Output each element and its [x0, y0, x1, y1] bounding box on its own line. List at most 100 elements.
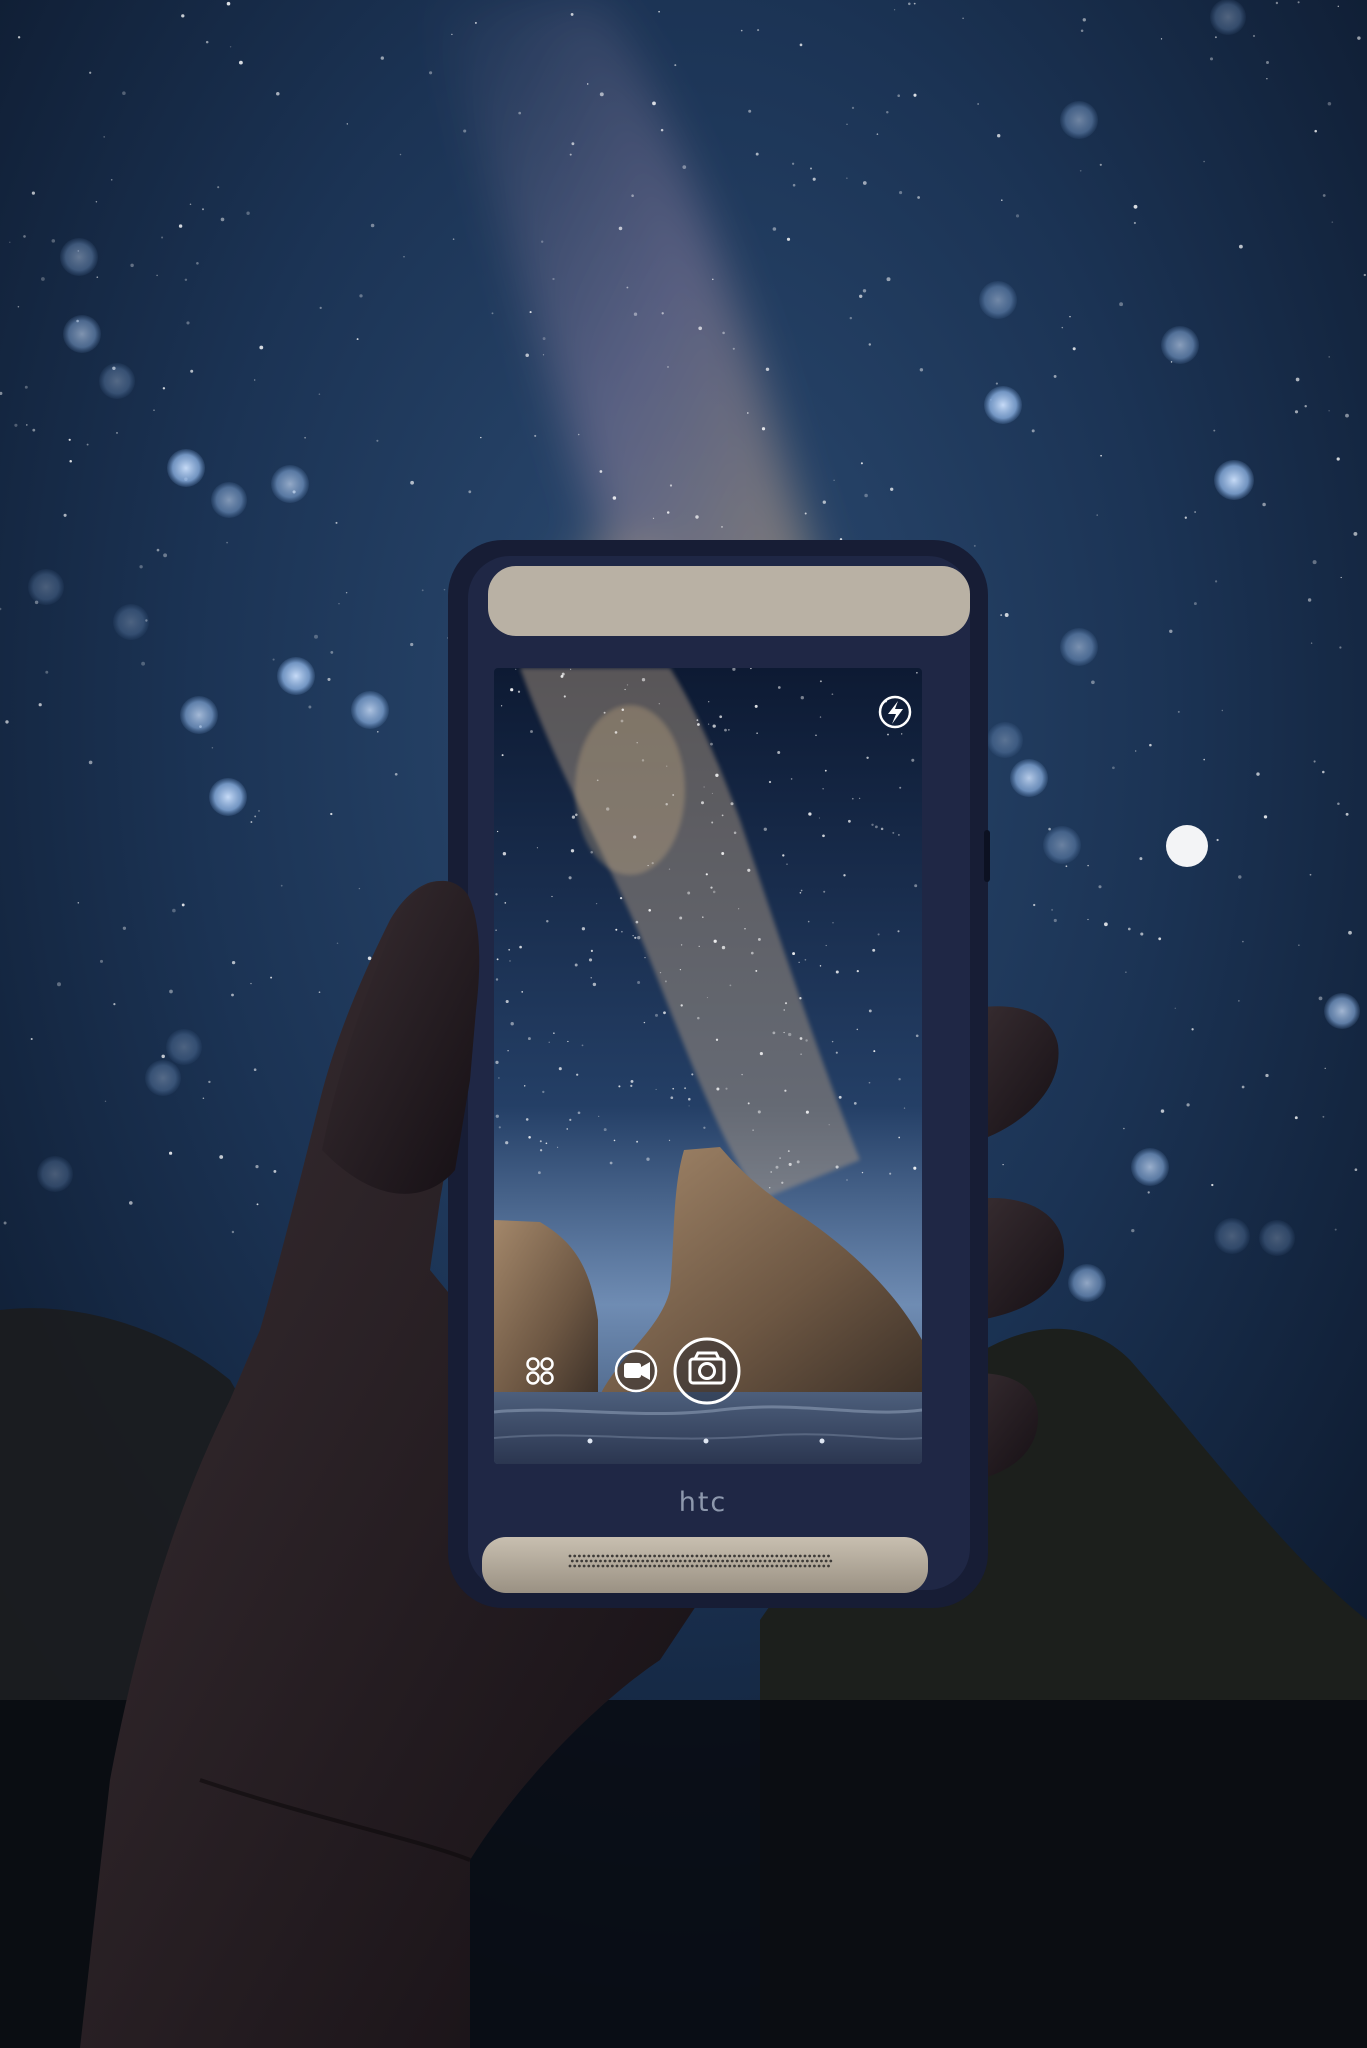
star — [1298, 944, 1300, 946]
star — [403, 256, 405, 258]
star — [581, 927, 586, 931]
star — [495, 1114, 499, 1118]
star — [800, 889, 803, 892]
star — [666, 765, 668, 767]
star — [1002, 1163, 1004, 1166]
star — [68, 438, 71, 441]
star — [507, 1049, 509, 1052]
star — [754, 704, 758, 708]
star — [1135, 750, 1137, 752]
speaker-hole — [817, 1564, 821, 1568]
star — [769, 1187, 771, 1189]
star — [205, 40, 209, 44]
star — [824, 769, 827, 772]
star — [908, 2, 911, 6]
speaker-hole — [573, 1554, 577, 1558]
star — [1082, 18, 1086, 22]
star — [99, 959, 104, 963]
star — [1252, 34, 1256, 38]
star — [530, 730, 533, 733]
star — [463, 129, 467, 133]
star — [410, 642, 414, 647]
speaker-hole — [585, 1559, 588, 1563]
star — [539, 1140, 542, 1143]
star — [620, 719, 624, 723]
star — [1174, 1007, 1177, 1010]
speaker-hole — [592, 1564, 595, 1568]
star — [822, 834, 825, 838]
star — [1336, 457, 1340, 461]
star — [832, 922, 834, 924]
star — [913, 93, 917, 97]
star — [552, 277, 555, 281]
shutter-button[interactable] — [673, 1337, 741, 1405]
star — [1098, 885, 1102, 889]
star — [636, 1140, 639, 1143]
star — [1203, 160, 1205, 163]
star — [835, 970, 839, 974]
star — [1327, 101, 1332, 106]
star — [868, 1081, 871, 1084]
star — [358, 887, 361, 890]
star — [777, 751, 781, 754]
star — [730, 802, 734, 806]
star — [509, 960, 511, 962]
speaker-hole — [815, 1559, 819, 1563]
star — [680, 944, 683, 946]
speaker-hole — [625, 1554, 628, 1558]
star — [45, 670, 49, 674]
star — [849, 316, 853, 320]
star — [1263, 815, 1268, 819]
star — [697, 1016, 700, 1020]
star — [728, 729, 730, 731]
speaker-hole — [582, 1564, 586, 1568]
star — [800, 696, 804, 700]
star — [219, 1155, 224, 1159]
star — [598, 1115, 600, 1118]
star — [178, 224, 183, 228]
star — [1353, 531, 1358, 536]
star — [161, 1054, 165, 1059]
star — [889, 1172, 892, 1175]
star — [211, 747, 214, 749]
speaker-hole — [719, 1564, 722, 1568]
speaker-hole — [723, 1554, 727, 1558]
star — [480, 436, 482, 439]
star — [1241, 1085, 1245, 1089]
star — [410, 480, 414, 485]
speaker-hole — [679, 1559, 682, 1563]
star — [784, 1089, 787, 1092]
star — [804, 958, 807, 961]
star — [647, 865, 649, 867]
star — [864, 493, 868, 498]
star — [853, 1102, 857, 1105]
speaker-hole — [775, 1554, 779, 1558]
star — [130, 263, 134, 268]
speaker-hole — [632, 1559, 635, 1563]
speaker-hole — [827, 1564, 830, 1568]
star — [665, 803, 668, 806]
star — [732, 347, 735, 350]
speaker-hole — [789, 1564, 793, 1568]
star — [231, 993, 234, 997]
star — [356, 338, 359, 341]
speaker-hole — [817, 1554, 821, 1558]
star — [501, 754, 504, 757]
star — [161, 236, 164, 239]
star — [588, 958, 593, 962]
star — [783, 1031, 785, 1034]
speaker-hole — [662, 1564, 666, 1568]
star — [88, 760, 93, 765]
speaker-hole — [707, 1559, 710, 1563]
star — [319, 306, 322, 310]
video-button[interactable] — [614, 1349, 658, 1393]
star — [330, 812, 333, 816]
star — [868, 1009, 872, 1013]
speaker-hole — [775, 1564, 779, 1568]
star — [708, 723, 710, 725]
star — [1322, 194, 1326, 197]
star — [327, 677, 331, 681]
star — [800, 1053, 802, 1056]
star — [1099, 163, 1102, 166]
star — [1053, 918, 1057, 923]
